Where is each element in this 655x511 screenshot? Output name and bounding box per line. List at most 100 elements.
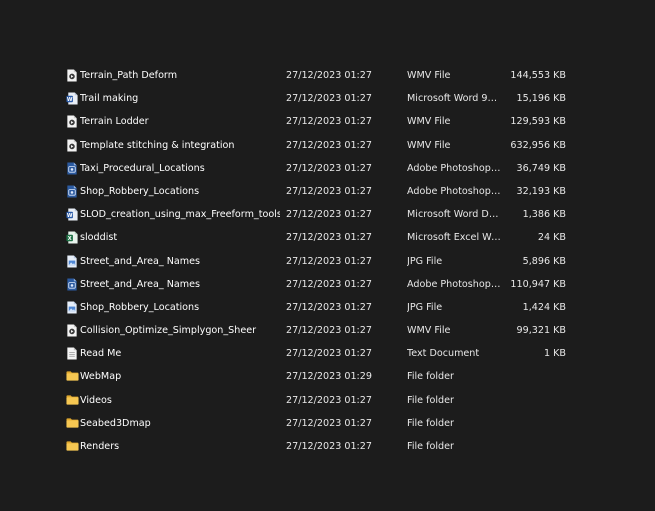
file-size: 99,321 KB xyxy=(516,325,567,337)
file-date-modified: 27/12/2023 01:27 xyxy=(286,394,372,406)
file-name: Videos xyxy=(80,394,112,406)
file-size: 1,386 KB xyxy=(522,209,566,221)
file-type: Microsoft Word Do... xyxy=(407,209,503,221)
file-row[interactable]: W Trail making 27/12/2023 01:27 Microsoft W… xyxy=(60,87,580,110)
file-name: Taxi_Procedural_Locations xyxy=(80,162,205,174)
file-type: File folder xyxy=(407,371,454,383)
folder-icon xyxy=(66,417,79,430)
image-file-icon xyxy=(66,301,78,314)
file-date-modified: 27/12/2023 01:27 xyxy=(286,301,372,313)
file-name: SLOD_creation_using_max_Freeform_tools xyxy=(80,209,280,221)
file-name: Renders xyxy=(80,441,120,452)
file-type: Microsoft Excel Wo... xyxy=(407,232,503,244)
file-row[interactable]: Videos 27/12/2023 01:27 File folder xyxy=(60,389,580,412)
file-row[interactable]: Renders 27/12/2023 01:27 File folder xyxy=(60,435,580,458)
file-size: 110,947 KB xyxy=(510,278,566,290)
file-row[interactable]: Seabed3Dmap 27/12/2023 01:27 File folder xyxy=(60,412,580,435)
file-name: Street_and_Area_ Names xyxy=(80,278,201,290)
file-date-modified: 27/12/2023 01:27 xyxy=(286,417,372,429)
file-size: 1 KB xyxy=(543,348,566,360)
file-row[interactable]: WebMap 27/12/2023 01:29 File folder xyxy=(60,365,580,388)
file-size: 129,593 KB xyxy=(510,116,566,128)
file-type: JPG File xyxy=(407,255,443,267)
file-type: File folder xyxy=(407,394,454,406)
file-row[interactable]: Shop_Robbery_Locations 27/12/2023 01:27 Ad… xyxy=(60,180,580,203)
file-name: WebMap xyxy=(80,371,122,383)
file-size: 24 KB xyxy=(537,232,566,244)
file-row[interactable]: Xsloddist 27/12/2023 01:27 Microsoft Excel… xyxy=(60,226,580,249)
excel-file-icon: X xyxy=(66,231,78,244)
text-file-icon xyxy=(66,347,78,360)
file-name: Collision_Optimize_Simplygon_Sheer xyxy=(80,325,257,337)
file-date-modified: 27/12/2023 01:27 xyxy=(286,70,372,81)
file-row[interactable]: W SLOD_creation_using_max_Freeform_tools 2… xyxy=(60,203,580,226)
folder-icon xyxy=(66,440,79,453)
file-row[interactable]: Collision_Optimize_Simplygon_Sheer 27/12/… xyxy=(60,319,580,342)
video-file-icon xyxy=(66,324,78,337)
file-type: File folder xyxy=(407,441,454,452)
file-type: WMV File xyxy=(407,70,451,81)
file-size: 32,193 KB xyxy=(516,185,567,197)
file-type: JPG File xyxy=(407,301,443,313)
photoshop-file-icon xyxy=(66,185,78,198)
file-type: Microsoft Word 97 ... xyxy=(407,93,503,105)
file-row[interactable]: Template stitching & integration 27/12/20… xyxy=(60,134,580,157)
file-date-modified: 27/12/2023 01:27 xyxy=(286,255,372,267)
file-type: Adobe Photoshop I... xyxy=(407,185,503,197)
file-row[interactable]: Shop_Robbery_Locations 27/12/2023 01:27 JP… xyxy=(60,296,580,319)
folder-icon xyxy=(66,394,79,407)
file-row[interactable]: Terrain Lodder 27/12/2023 01:27 WMV File 12… xyxy=(60,110,580,133)
file-name: Shop_Robbery_Locations xyxy=(80,185,200,197)
video-file-icon xyxy=(66,69,78,82)
file-type: Text Document xyxy=(407,348,480,360)
photoshop-file-icon xyxy=(66,162,78,175)
file-size: 1,424 KB xyxy=(522,301,566,313)
file-type: Adobe Photoshop I... xyxy=(407,278,503,290)
file-date-modified: 27/12/2023 01:27 xyxy=(286,441,372,452)
file-size: 144,553 KB xyxy=(510,70,566,81)
file-date-modified: 27/12/2023 01:27 xyxy=(286,93,372,105)
file-date-modified: 27/12/2023 01:27 xyxy=(286,348,372,360)
file-name: Shop_Robbery_Locations xyxy=(80,301,200,313)
file-row[interactable]: Taxi_Procedural_Locations 27/12/2023 01:2… xyxy=(60,157,580,180)
file-type: WMV File xyxy=(407,325,451,337)
svg-text:X: X xyxy=(68,236,72,242)
image-file-icon xyxy=(66,254,78,268)
file-type: WMV File xyxy=(407,116,451,128)
file-type: Adobe Photoshop I... xyxy=(407,162,503,174)
file-row[interactable]: Read Me 27/12/2023 01:27 Text Document 1 KB xyxy=(60,342,580,365)
file-date-modified: 27/12/2023 01:27 xyxy=(286,185,372,197)
svg-text:W: W xyxy=(67,97,73,103)
file-size: 36,749 KB xyxy=(516,162,567,174)
photoshop-file-icon xyxy=(66,278,78,291)
word-file-icon: W xyxy=(66,208,78,221)
file-date-modified: 27/12/2023 01:27 xyxy=(286,232,372,244)
svg-text:W: W xyxy=(67,213,73,219)
file-row[interactable]: Street_and_Area_ Names 27/12/2023 01:27 Ad… xyxy=(60,273,580,296)
file-type: WMV File xyxy=(407,139,451,151)
file-date-modified: 27/12/2023 01:27 xyxy=(286,209,372,221)
file-name: Trail making xyxy=(80,93,139,105)
file-size: 632,956 KB xyxy=(510,139,566,151)
folder-icon xyxy=(66,370,79,383)
file-date-modified: 27/12/2023 01:27 xyxy=(286,116,372,128)
file-row[interactable]: Terrain_Path Deform 27/12/2023 01:27 WMV F… xyxy=(60,64,580,87)
file-row[interactable]: Street_and_Area_ Names 27/12/2023 01:27 JP… xyxy=(60,250,580,273)
file-date-modified: 27/12/2023 01:27 xyxy=(286,278,372,290)
file-type: File folder xyxy=(407,417,454,429)
file-date-modified: 27/12/2023 01:27 xyxy=(286,162,372,174)
file-name: sloddist xyxy=(80,232,118,244)
file-size: 15,196 KB xyxy=(516,93,567,105)
video-file-icon xyxy=(66,139,78,152)
file-name: Street_and_Area_ Names xyxy=(80,255,201,267)
file-name: Terrain Lodder xyxy=(80,116,149,128)
file-date-modified: 27/12/2023 01:29 xyxy=(286,371,372,383)
file-name: Seabed3Dmap xyxy=(80,417,151,429)
file-size: 5,896 KB xyxy=(522,255,566,267)
file-date-modified: 27/12/2023 01:27 xyxy=(286,139,372,151)
video-file-icon xyxy=(66,115,78,128)
file-list: Terrain_Path Deform 27/12/2023 01:27 WMV F… xyxy=(60,64,580,458)
file-name: Terrain_Path Deform xyxy=(80,70,178,81)
file-name: Template stitching & integration xyxy=(80,139,235,151)
file-date-modified: 27/12/2023 01:27 xyxy=(286,325,372,337)
